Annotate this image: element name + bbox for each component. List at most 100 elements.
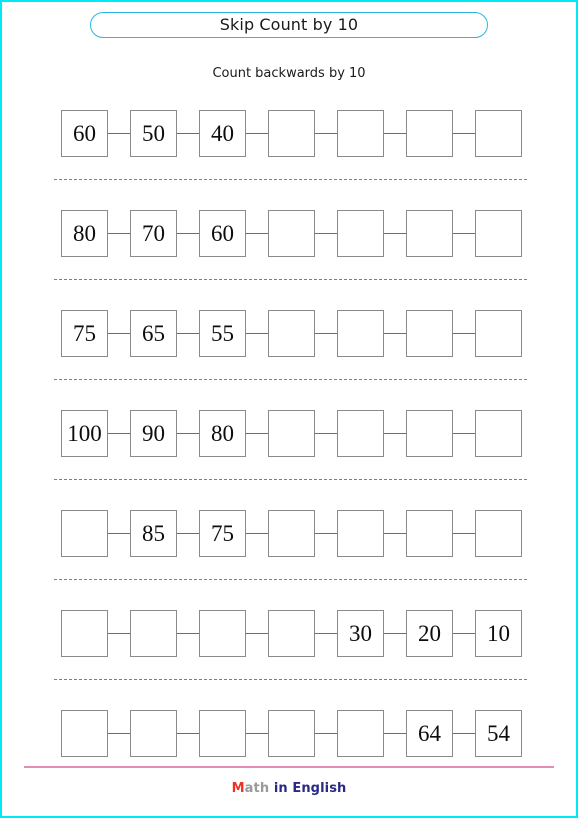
number-chain: 80 70 60 [61, 210, 522, 257]
number-box-filled[interactable]: 75 [61, 310, 108, 357]
number-box-filled[interactable]: 85 [130, 510, 177, 557]
number-box-blank[interactable] [130, 610, 177, 657]
number-box-blank[interactable] [406, 310, 453, 357]
chain-connector [315, 532, 337, 535]
number-box-blank[interactable] [268, 510, 315, 557]
number-box-filled[interactable]: 20 [406, 610, 453, 657]
number-box-value: 65 [142, 321, 165, 346]
number-box-filled[interactable]: 80 [199, 410, 246, 457]
chain-connector [315, 332, 337, 335]
number-box-blank[interactable] [406, 510, 453, 557]
chain-connector [384, 632, 406, 635]
number-box-blank[interactable] [268, 110, 315, 157]
number-box-blank[interactable] [337, 110, 384, 157]
chain-connector [108, 532, 130, 535]
number-box-filled[interactable]: 70 [130, 210, 177, 257]
chain-connector [108, 132, 130, 135]
chain-connector [108, 432, 130, 435]
number-box-blank[interactable] [268, 410, 315, 457]
number-box-blank[interactable] [406, 110, 453, 157]
chain-connector [315, 132, 337, 135]
number-box-value: 75 [73, 321, 96, 346]
chain-connector [453, 632, 475, 635]
number-box-value: 100 [67, 421, 102, 446]
chain-connector [246, 632, 268, 635]
number-chain: 75 65 55 [61, 310, 522, 357]
number-box-blank[interactable] [130, 710, 177, 757]
number-box-blank[interactable] [199, 610, 246, 657]
number-box-filled[interactable]: 75 [199, 510, 246, 557]
chain-connector [453, 332, 475, 335]
number-box-value: 64 [418, 721, 441, 746]
number-box-blank[interactable] [61, 610, 108, 657]
number-box-value: 40 [211, 121, 234, 146]
number-box-filled[interactable]: 60 [61, 110, 108, 157]
number-box-blank[interactable] [268, 710, 315, 757]
number-box-blank[interactable] [475, 510, 522, 557]
chain-connector [246, 332, 268, 335]
footer-divider [24, 766, 554, 768]
chain-connector [108, 732, 130, 735]
chain-connector [315, 632, 337, 635]
chain-connector [453, 132, 475, 135]
number-box-value: 80 [211, 421, 234, 446]
chain-connector [177, 132, 199, 135]
chain-connector [177, 332, 199, 335]
number-box-blank[interactable] [337, 710, 384, 757]
number-box-blank[interactable] [268, 210, 315, 257]
number-box-filled[interactable]: 60 [199, 210, 246, 257]
number-box-blank[interactable] [61, 510, 108, 557]
number-box-blank[interactable] [337, 210, 384, 257]
number-box-blank[interactable] [337, 410, 384, 457]
chain-connector [315, 232, 337, 235]
number-box-filled[interactable]: 90 [130, 410, 177, 457]
chain-connector [108, 332, 130, 335]
number-box-filled[interactable]: 64 [406, 710, 453, 757]
chain-connector [246, 132, 268, 135]
number-box-blank[interactable] [475, 110, 522, 157]
number-box-filled[interactable]: 55 [199, 310, 246, 357]
chain-connector [246, 732, 268, 735]
number-box-blank[interactable] [337, 510, 384, 557]
chain-connector [384, 132, 406, 135]
number-box-blank[interactable] [61, 710, 108, 757]
chain-connector [177, 532, 199, 535]
number-chain: 60 50 40 [61, 110, 522, 157]
number-box-value: 10 [487, 621, 510, 646]
chain-connector [108, 232, 130, 235]
number-box-blank[interactable] [475, 310, 522, 357]
number-box-blank[interactable] [268, 310, 315, 357]
number-box-filled[interactable]: 65 [130, 310, 177, 357]
row-separator [54, 379, 527, 380]
number-box-blank[interactable] [337, 310, 384, 357]
number-box-filled[interactable]: 50 [130, 110, 177, 157]
number-box-filled[interactable]: 80 [61, 210, 108, 257]
number-box-blank[interactable] [475, 210, 522, 257]
sequence-row: 30 20 10 [2, 602, 578, 702]
number-box-blank[interactable] [406, 210, 453, 257]
worksheet-page: Skip Count by 10 Count backwards by 10 6… [0, 0, 578, 818]
number-box-filled[interactable]: 10 [475, 610, 522, 657]
number-box-filled[interactable]: 30 [337, 610, 384, 657]
chain-connector [315, 732, 337, 735]
subtitle-container: Count backwards by 10 [2, 64, 576, 82]
number-chain: 85 75 [61, 510, 522, 557]
row-separator [54, 479, 527, 480]
logo-part-m: M [231, 781, 245, 796]
number-box-blank[interactable] [199, 710, 246, 757]
sequence-row: 85 75 [2, 502, 578, 602]
number-box-filled[interactable]: 100 [61, 410, 108, 457]
chain-connector [384, 232, 406, 235]
sequence-row: 75 65 55 [2, 302, 578, 402]
number-box-value: 80 [73, 221, 96, 246]
number-box-filled[interactable]: 54 [475, 710, 522, 757]
number-box-value: 60 [211, 221, 234, 246]
chain-connector [453, 232, 475, 235]
number-box-filled[interactable]: 40 [199, 110, 246, 157]
logo-part-in-english: in English [269, 781, 347, 796]
number-box-blank[interactable] [268, 610, 315, 657]
page-title: Skip Count by 10 [219, 15, 359, 34]
number-box-blank[interactable] [406, 410, 453, 457]
chain-connector [177, 632, 199, 635]
number-box-blank[interactable] [475, 410, 522, 457]
